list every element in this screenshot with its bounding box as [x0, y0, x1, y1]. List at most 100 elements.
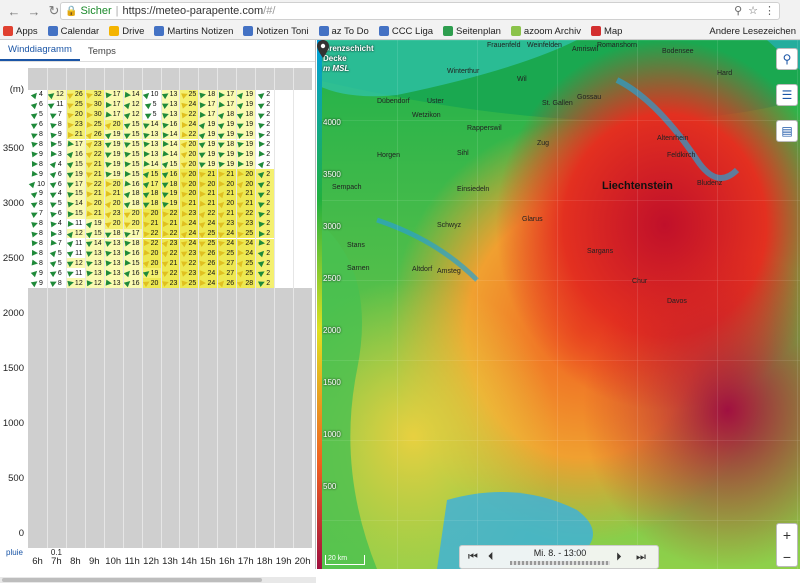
- wind-cell: 21: [65, 129, 85, 140]
- bookmark-4[interactable]: Notizen Toni: [243, 26, 309, 37]
- wind-cell: 2: [255, 248, 275, 259]
- wind-arrow-icon: [142, 169, 151, 179]
- zoom-in-button[interactable]: +: [777, 524, 797, 546]
- bookmark-0[interactable]: Apps: [3, 26, 38, 37]
- bookmark-2[interactable]: Drive: [109, 26, 144, 37]
- wind-arrow-icon: [86, 259, 94, 268]
- bookmark-7[interactable]: Seitenplan: [443, 26, 501, 37]
- wind-arrow-icon: [105, 91, 113, 99]
- wind-arrow-icon: [181, 111, 188, 119]
- zoom-icon[interactable]: ⚲: [734, 4, 742, 17]
- wind-arrow-icon: [199, 160, 208, 169]
- wind-cell: 25: [84, 119, 104, 130]
- hour-label: 6h: [32, 556, 43, 567]
- wind-cell: 23: [65, 119, 85, 130]
- other-bookmarks[interactable]: Andere Lesezeichen: [709, 22, 796, 40]
- horizontal-scrollbar[interactable]: [0, 577, 316, 583]
- wind-arrow-icon: [142, 209, 151, 218]
- place-label: Gossau: [577, 94, 602, 101]
- tab-temps[interactable]: Temps: [80, 46, 124, 61]
- wind-cell: 21: [160, 258, 180, 269]
- wind-cell: 2: [255, 129, 275, 140]
- bookmark-1[interactable]: Calendar: [47, 26, 99, 37]
- wind-arrow-icon: [181, 220, 188, 228]
- bookmark-8[interactable]: azoom Archiv: [510, 26, 581, 37]
- location-pin-icon[interactable]: [317, 40, 329, 58]
- wind-cell: 21: [84, 189, 104, 199]
- place-label: Sargans: [587, 248, 614, 255]
- wind-cell: 12: [122, 99, 142, 110]
- wind-arrow-icon: [161, 239, 170, 248]
- place-label: Chur: [632, 278, 648, 285]
- prev-frame-button[interactable]: ⏴: [488, 551, 494, 564]
- first-frame-button[interactable]: ⏮: [468, 551, 478, 564]
- wind-cell: 20: [103, 119, 123, 130]
- chart-button[interactable]: ▤: [776, 120, 798, 142]
- wind-cell: 8: [46, 278, 66, 288]
- bookmark-9[interactable]: Map: [590, 26, 622, 37]
- wind-arrow-icon: [143, 240, 150, 247]
- wind-arrow-icon: [28, 179, 38, 189]
- wind-arrow-icon: [200, 190, 207, 197]
- wind-cell: 14: [65, 198, 85, 209]
- wind-cell: 7: [46, 109, 66, 120]
- tab-winddiagramm[interactable]: Winddiagramm: [0, 44, 80, 61]
- wind-cell: 13: [84, 258, 104, 269]
- wind-cell: 21: [84, 159, 104, 170]
- wind-arrow-icon: [257, 249, 267, 258]
- wind-arrow-icon: [180, 239, 189, 248]
- wind-arrow-icon: [142, 189, 151, 199]
- wind-cell: 20: [65, 109, 85, 120]
- wind-arrow-icon: [237, 278, 246, 288]
- search-button[interactable]: ⚲: [776, 48, 798, 70]
- place-label: Romanshorn: [597, 42, 638, 49]
- wind-arrow-icon: [142, 278, 151, 288]
- wind-cell: 20: [103, 198, 123, 209]
- wind-arrow-icon: [67, 269, 76, 278]
- wind-arrow-icon: [199, 120, 208, 129]
- legend-tick: 2000: [323, 326, 341, 335]
- address-bar[interactable]: 🔒 Sicher | https://meteo-parapente.com /…: [60, 2, 780, 20]
- menu-icon[interactable]: ⋮: [764, 4, 775, 17]
- place-label: Stans: [347, 242, 365, 249]
- wind-cell: 21: [160, 218, 180, 229]
- scroll-thumb[interactable]: [2, 578, 262, 582]
- bookmark-icon: [47, 26, 58, 36]
- wind-cell: 22: [236, 208, 256, 219]
- forward-icon[interactable]: →: [26, 3, 42, 19]
- wind-arrow-icon: [180, 190, 189, 198]
- wind-arrow-icon: [238, 250, 245, 257]
- last-frame-button[interactable]: ⏭: [636, 551, 646, 564]
- wind-arrow-icon: [86, 180, 94, 188]
- bookmark-6[interactable]: CCC Liga: [378, 26, 433, 37]
- wind-arrow-icon: [161, 269, 170, 278]
- wind-arrow-icon: [180, 249, 189, 258]
- wind-cell: 6: [46, 179, 66, 189]
- wind-cell: 19: [198, 149, 218, 160]
- bookmark-3[interactable]: Martins Notizen: [154, 26, 233, 37]
- wind-arrow-icon: [258, 100, 267, 109]
- wind-arrow-icon: [257, 90, 267, 100]
- wind-cell: 19: [160, 189, 180, 199]
- wind-cell: 25: [236, 228, 256, 239]
- time-slider[interactable]: [510, 561, 610, 565]
- wind-cell: 24: [179, 218, 199, 229]
- wind-cell: 6: [28, 99, 47, 110]
- wind-arrow-icon: [30, 110, 40, 119]
- hour-label: 7h: [51, 556, 62, 567]
- time-controls: ⏮ ⏴ Mi. 8. - 13:00 ⏵ ⏭: [459, 545, 659, 569]
- terrain-map[interactable]: [317, 40, 800, 569]
- wind-cell: 11: [65, 218, 85, 229]
- wind-arrow-icon: [258, 151, 266, 158]
- legend-tick: 3000: [323, 222, 341, 231]
- wind-arrow-icon: [180, 259, 189, 268]
- wind-arrow-icon: [49, 179, 59, 189]
- bookmark-5[interactable]: az To Do: [318, 26, 369, 37]
- settings-button[interactable]: ☰: [776, 84, 798, 106]
- back-icon[interactable]: ←: [6, 3, 22, 19]
- map-view[interactable]: Grenzschicht Decke m MSL 4000 3500 3000 250…: [317, 40, 800, 569]
- zoom-out-button[interactable]: −: [777, 546, 797, 568]
- next-frame-button[interactable]: ⏵: [616, 551, 622, 564]
- wind-cell: 20: [179, 169, 199, 180]
- star-icon[interactable]: ☆: [748, 4, 758, 17]
